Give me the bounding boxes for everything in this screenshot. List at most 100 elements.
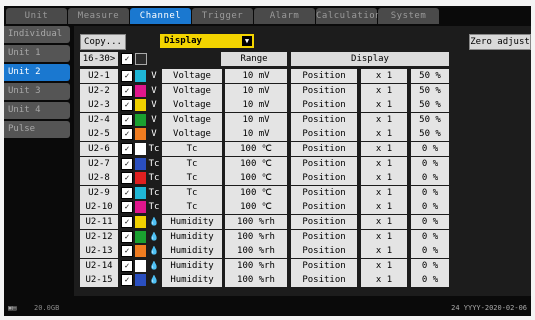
tab-unit[interactable]: Unit [6, 8, 67, 24]
input-type-cell[interactable]: Humidity [162, 215, 222, 229]
position-value-cell[interactable]: 0 % [411, 244, 449, 259]
display-mode-cell[interactable]: Position [291, 127, 357, 142]
input-type-cell[interactable]: Tc [162, 156, 222, 171]
sidebar-item-unit-3[interactable]: Unit 3 [4, 83, 70, 100]
input-type-cell[interactable]: Tc [162, 200, 222, 215]
tab-measure[interactable]: Measure [68, 8, 129, 24]
channel-color-swatch[interactable] [135, 230, 146, 243]
scale-cell[interactable]: x 1 [361, 200, 407, 215]
range-cell[interactable]: 100 %rh [225, 273, 287, 288]
channel-color-swatch[interactable] [135, 84, 146, 97]
tab-channel[interactable]: Channel [130, 8, 191, 24]
scale-cell[interactable]: x 1 [361, 185, 407, 200]
scale-cell[interactable]: x 1 [361, 215, 407, 229]
sidebar-item-individual[interactable]: Individual [4, 26, 70, 43]
sidebar-item-unit-4[interactable]: Unit 4 [4, 102, 70, 119]
color-all-box[interactable] [135, 53, 147, 65]
scale-cell[interactable]: x 1 [361, 112, 407, 127]
tab-alarm[interactable]: Alarm [254, 8, 315, 24]
range-cell[interactable]: 100 %rh [225, 215, 287, 229]
channel-enable-checkbox[interactable]: ✓ [121, 84, 133, 97]
scale-cell[interactable]: x 1 [361, 258, 407, 273]
scale-cell[interactable]: x 1 [361, 69, 407, 83]
scale-cell[interactable]: x 1 [361, 171, 407, 186]
position-value-cell[interactable]: 0 % [411, 273, 449, 288]
channel-enable-checkbox[interactable]: ✓ [121, 128, 133, 141]
channel-enable-checkbox[interactable]: ✓ [121, 230, 133, 243]
scale-cell[interactable]: x 1 [361, 127, 407, 142]
position-value-cell[interactable]: 0 % [411, 200, 449, 215]
channel-enable-checkbox[interactable]: ✓ [121, 274, 133, 287]
sidebar-item-pulse[interactable]: Pulse [4, 121, 70, 138]
range-cell[interactable]: 10 mV [225, 69, 287, 83]
range-cell[interactable]: 100 ℃ [225, 156, 287, 171]
position-value-cell[interactable]: 0 % [411, 156, 449, 171]
position-value-cell[interactable]: 0 % [411, 258, 449, 273]
channel-enable-checkbox[interactable]: ✓ [121, 259, 133, 272]
channel-color-swatch[interactable] [135, 143, 146, 155]
channel-enable-checkbox[interactable]: ✓ [121, 143, 133, 155]
range-cell[interactable]: 100 ℃ [225, 200, 287, 215]
display-mode-cell[interactable]: Position [291, 229, 357, 244]
display-mode-cell[interactable]: Position [291, 112, 357, 127]
display-mode-cell[interactable]: Position [291, 215, 357, 229]
position-value-cell[interactable]: 0 % [411, 215, 449, 229]
position-value-cell[interactable]: 50 % [411, 98, 449, 113]
input-type-cell[interactable]: Humidity [162, 273, 222, 288]
display-mode-cell[interactable]: Position [291, 244, 357, 259]
scale-cell[interactable]: x 1 [361, 229, 407, 244]
display-mode-cell[interactable]: Position [291, 273, 357, 288]
range-cell[interactable]: 100 %rh [225, 229, 287, 244]
display-mode-cell[interactable]: Position [291, 171, 357, 186]
channel-enable-checkbox[interactable]: ✓ [121, 172, 133, 185]
display-mode-cell[interactable]: Position [291, 83, 357, 98]
channel-color-swatch[interactable] [135, 128, 146, 141]
input-type-cell[interactable]: Voltage [162, 127, 222, 142]
scale-cell[interactable]: x 1 [361, 156, 407, 171]
channel-color-swatch[interactable] [135, 201, 146, 214]
tab-trigger[interactable]: Trigger [192, 8, 253, 24]
display-mode-cell[interactable]: Position [291, 156, 357, 171]
position-value-cell[interactable]: 50 % [411, 112, 449, 127]
copy-button[interactable]: Copy... [80, 34, 126, 50]
position-value-cell[interactable]: 0 % [411, 171, 449, 186]
display-mode-cell[interactable]: Position [291, 185, 357, 200]
range-cell[interactable]: 100 ℃ [225, 185, 287, 200]
position-value-cell[interactable]: 0 % [411, 185, 449, 200]
channel-enable-checkbox[interactable]: ✓ [121, 245, 133, 258]
range-cell[interactable]: 100 %rh [225, 244, 287, 259]
display-mode-cell[interactable]: Position [291, 258, 357, 273]
range-cell[interactable]: 10 mV [225, 127, 287, 142]
channel-range-button[interactable]: 16-30> [80, 52, 118, 66]
input-type-cell[interactable]: Humidity [162, 244, 222, 259]
channel-enable-checkbox[interactable]: ✓ [121, 186, 133, 199]
channel-color-swatch[interactable] [135, 274, 146, 287]
display-mode-cell[interactable]: Position [291, 69, 357, 83]
scale-cell[interactable]: x 1 [361, 142, 407, 156]
display-mode-cell[interactable]: Position [291, 98, 357, 113]
display-mode-cell[interactable]: Position [291, 142, 357, 156]
scale-cell[interactable]: x 1 [361, 83, 407, 98]
channel-color-swatch[interactable] [135, 99, 146, 112]
select-all-checkbox[interactable]: ✓ [121, 53, 133, 65]
channel-enable-checkbox[interactable]: ✓ [121, 201, 133, 214]
range-cell[interactable]: 10 mV [225, 98, 287, 113]
scale-cell[interactable]: x 1 [361, 98, 407, 113]
channel-color-swatch[interactable] [135, 186, 146, 199]
channel-color-swatch[interactable] [135, 259, 146, 272]
channel-enable-checkbox[interactable]: ✓ [121, 157, 133, 170]
view-select[interactable]: Display ▼ [160, 34, 254, 48]
input-type-cell[interactable]: Voltage [162, 98, 222, 113]
channel-color-swatch[interactable] [135, 245, 146, 258]
position-value-cell[interactable]: 0 % [411, 142, 449, 156]
channel-color-swatch[interactable] [135, 172, 146, 185]
channel-color-swatch[interactable] [135, 157, 146, 170]
range-cell[interactable]: 10 mV [225, 112, 287, 127]
input-type-cell[interactable]: Voltage [162, 112, 222, 127]
channel-enable-checkbox[interactable]: ✓ [121, 99, 133, 112]
input-type-cell[interactable]: Humidity [162, 258, 222, 273]
input-type-cell[interactable]: Humidity [162, 229, 222, 244]
tab-system[interactable]: System [378, 8, 439, 24]
position-value-cell[interactable]: 0 % [411, 229, 449, 244]
zero-adjust-button[interactable]: Zero adjust [469, 34, 531, 50]
